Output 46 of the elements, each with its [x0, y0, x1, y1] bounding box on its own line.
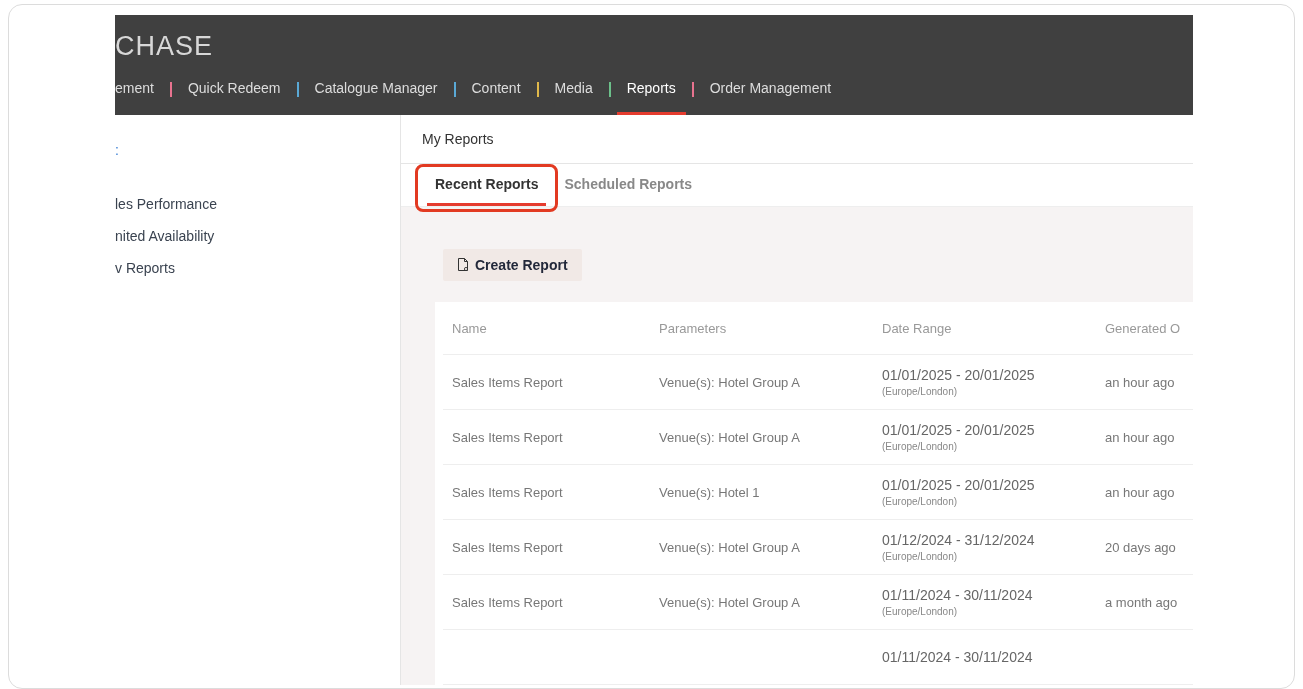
table-cell: an hour ago	[1105, 484, 1175, 500]
nav-tab[interactable]: Reports	[616, 63, 686, 115]
sidebar-item[interactable]: les Performance	[115, 196, 217, 212]
table-cell: an hour ago	[1105, 429, 1175, 445]
sidebar-item[interactable]: nited Availability	[115, 228, 215, 244]
timezone: (Europe/London)	[882, 551, 958, 562]
timezone: (Europe/London)	[882, 441, 958, 452]
sidebar-item[interactable]: v Reports	[115, 260, 175, 276]
logo: CHASE	[115, 30, 215, 63]
date-range: 01/01/2025 - 20/01/2025	[882, 422, 1035, 438]
table-cell: 20 days ago	[1105, 539, 1176, 555]
column-header: Generated O	[1105, 320, 1182, 336]
table-cell: Venue(s): Hotel 1	[659, 484, 760, 500]
date-range: 01/12/2024 - 31/12/2024	[882, 532, 1035, 548]
column-header: Parameters	[659, 320, 728, 336]
table-cell: Sales Items Report	[452, 429, 563, 445]
table-cell: Sales Items Report	[452, 374, 563, 390]
table-cell: Sales Items Report	[452, 594, 563, 610]
table-cell: Sales Items Report	[452, 484, 563, 500]
timezone: (Europe/London)	[882, 606, 958, 617]
sidebar-heading: :	[115, 142, 119, 160]
timezone: (Europe/London)	[882, 496, 958, 507]
table-cell: Venue(s): Hotel Group A	[659, 429, 800, 445]
table-cell: Sales Items Report	[452, 539, 563, 555]
nav-tab[interactable]: Order Management	[699, 63, 842, 115]
date-range: 01/01/2025 - 20/01/2025	[882, 367, 1035, 383]
create-report-button[interactable]: Create Report	[443, 249, 582, 281]
table-cell: a month ago	[1105, 594, 1178, 610]
nav-tab[interactable]: Catalogue Manager	[304, 63, 448, 115]
nav-tab[interactable]: Media	[544, 63, 603, 115]
date-range: 01/01/2025 - 20/01/2025	[882, 477, 1035, 493]
document-icon	[457, 258, 469, 272]
nav-tab[interactable]: Content	[461, 63, 531, 115]
column-header: Date Range	[882, 320, 953, 336]
page-title: My Reports	[422, 131, 494, 148]
column-header: Name	[451, 320, 488, 336]
tab[interactable]: Scheduled Reports	[556, 164, 701, 206]
nav-tab[interactable]: Quick Redeem	[177, 63, 291, 115]
timezone: (Europe/London)	[882, 386, 958, 397]
table-cell: Venue(s): Hotel Group A	[659, 374, 800, 390]
table-cell: an hour ago	[1105, 374, 1175, 390]
date-range: 01/11/2024 - 30/11/2024	[882, 587, 1033, 603]
date-range: 01/11/2024 - 30/11/2024	[882, 649, 1033, 665]
nav-tab[interactable]: ement	[115, 63, 164, 115]
table-cell: Venue(s): Hotel Group A	[659, 594, 800, 610]
table-cell: Venue(s): Hotel Group A	[659, 539, 800, 555]
